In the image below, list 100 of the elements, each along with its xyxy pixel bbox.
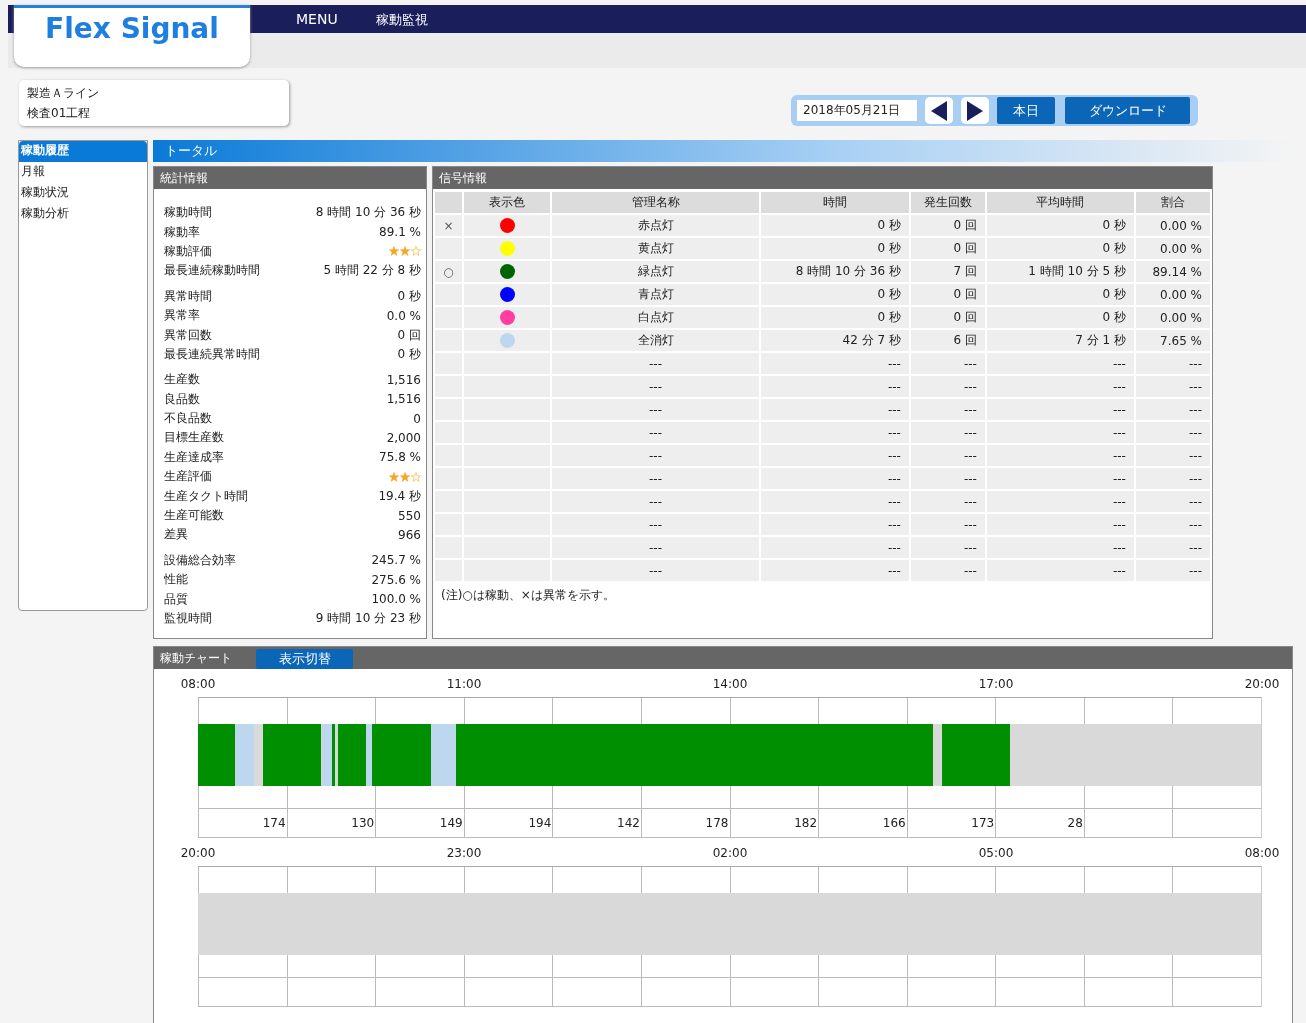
table-cell: 7.65 % — [1135, 330, 1210, 351]
table-cell: 42 分 7 秒 — [760, 330, 909, 351]
status-mark: ○ — [443, 264, 454, 279]
table-cell: --- — [760, 537, 909, 558]
table-cell: 緑点灯 — [552, 261, 759, 282]
table-cell: --- — [760, 422, 909, 443]
table-cell: 0 回 — [910, 215, 985, 236]
time-label: 17:00 — [978, 677, 1014, 691]
today-button[interactable]: 本日 — [997, 97, 1055, 124]
table-cell: --- — [760, 468, 909, 489]
stat-label: 異常回数 — [164, 326, 212, 344]
panel-title: 稼動チャート — [160, 649, 232, 667]
table-cell: 0 秒 — [760, 284, 909, 305]
hour-count: 166 — [882, 816, 906, 830]
table-cell: --- — [552, 376, 759, 397]
stat-label: 設備総合効率 — [164, 551, 236, 569]
table-cell: --- — [910, 422, 985, 443]
stat-label: 最長連続稼動時間 — [164, 262, 260, 280]
hour-count: 178 — [705, 816, 729, 830]
table-cell: --- — [986, 468, 1134, 489]
table-cell: 7 回 — [910, 261, 985, 282]
table-cell: --- — [1135, 422, 1210, 443]
column-header: 平均時間 — [986, 192, 1134, 213]
table-cell: --- — [552, 468, 759, 489]
right-triangle-icon — [965, 99, 985, 122]
time-label: 20:00 — [180, 846, 216, 860]
table-cell: --- — [910, 376, 985, 397]
stat-value: 2,000 — [386, 431, 421, 445]
hour-count: 130 — [351, 816, 375, 830]
toggle-view-button[interactable]: 表示切替 — [256, 649, 353, 669]
hour-count: 173 — [971, 816, 995, 830]
table-cell: --- — [1135, 445, 1210, 466]
date-field[interactable]: 2018年05月21日 — [797, 100, 917, 121]
menu-link[interactable]: MENU — [296, 11, 338, 27]
menu-link[interactable]: 稼動監視 — [375, 11, 428, 29]
table-cell: --- — [1135, 399, 1210, 420]
stat-value: 75.8 % — [379, 450, 421, 465]
stat-value: 19.4 秒 — [378, 487, 421, 505]
table-cell: --- — [760, 445, 909, 466]
stat-value: 100.0 % — [371, 592, 421, 607]
stat-label: 稼動時間 — [164, 204, 212, 222]
table-cell: --- — [1135, 560, 1210, 581]
stat-label: 不良品数 — [164, 410, 212, 428]
table-cell: 0.00 % — [1135, 284, 1210, 305]
stat-label: 生産可能数 — [164, 507, 224, 525]
table-cell: 0 秒 — [760, 238, 909, 259]
table-cell: --- — [760, 353, 909, 374]
table-cell: --- — [910, 514, 985, 535]
stat-label: 稼動評価 — [164, 242, 212, 260]
table-cell: 0.00 % — [1135, 215, 1210, 236]
hour-count: 142 — [617, 816, 640, 830]
table-cell: --- — [986, 376, 1134, 397]
left-triangle-icon — [929, 99, 949, 122]
sidebar-item[interactable]: 稼動分析 — [19, 204, 147, 225]
hour-count: 174 — [262, 816, 286, 830]
table-cell: --- — [910, 560, 985, 581]
sidebar-item[interactable]: 稼動履歴 — [19, 141, 147, 162]
stat-label: 生産タクト時間 — [164, 487, 248, 505]
status-mark: × — [443, 218, 454, 233]
sidebar-item[interactable]: 月報 — [19, 162, 147, 183]
time-label: 08:00 — [180, 677, 216, 691]
previous-day-button[interactable] — [925, 97, 953, 124]
download-button[interactable]: ダウンロード — [1065, 97, 1190, 124]
table-cell: --- — [986, 560, 1134, 581]
table-cell: 黄点灯 — [552, 238, 759, 259]
hour-count: 28 — [1067, 816, 1083, 830]
stat-label: 品質 — [164, 590, 188, 608]
location-label: 検査01工程 — [27, 104, 92, 122]
table-cell: 1 時間 10 分 5 秒 — [986, 261, 1134, 282]
stat-value: 0 — [413, 411, 421, 426]
table-cell: 0.00 % — [1135, 307, 1210, 328]
sidebar-item[interactable]: 稼動状況 — [19, 183, 147, 204]
table-cell: --- — [760, 560, 909, 581]
table-cell: --- — [910, 468, 985, 489]
table-cell: --- — [986, 399, 1134, 420]
time-label: 11:00 — [446, 677, 482, 691]
table-cell: 赤点灯 — [552, 215, 759, 236]
location-label: 製造Ａライン — [27, 84, 100, 102]
column-header: 管理名称 — [552, 192, 759, 213]
table-cell: --- — [1135, 537, 1210, 558]
column-header — [435, 192, 462, 213]
stat-value: 966 — [398, 527, 421, 542]
table-cell: --- — [552, 537, 759, 558]
stat-value: 0 秒 — [397, 287, 421, 305]
stat-label: 良品数 — [164, 390, 200, 408]
stat-value: 550 — [398, 508, 421, 523]
table-cell: 0 回 — [910, 238, 985, 259]
next-day-button[interactable] — [961, 97, 989, 124]
table-cell: --- — [910, 353, 985, 374]
table-cell: --- — [910, 445, 985, 466]
table-cell: 0 回 — [910, 284, 985, 305]
table-cell: 0 秒 — [760, 215, 909, 236]
table-cell: --- — [1135, 353, 1210, 374]
time-label: 08:00 — [1244, 846, 1280, 860]
stat-value: 0 秒 — [397, 345, 421, 363]
table-cell: --- — [986, 445, 1134, 466]
table-cell: --- — [986, 353, 1134, 374]
time-label: 20:00 — [1244, 677, 1280, 691]
table-cell: --- — [910, 537, 985, 558]
table-cell: --- — [760, 376, 909, 397]
